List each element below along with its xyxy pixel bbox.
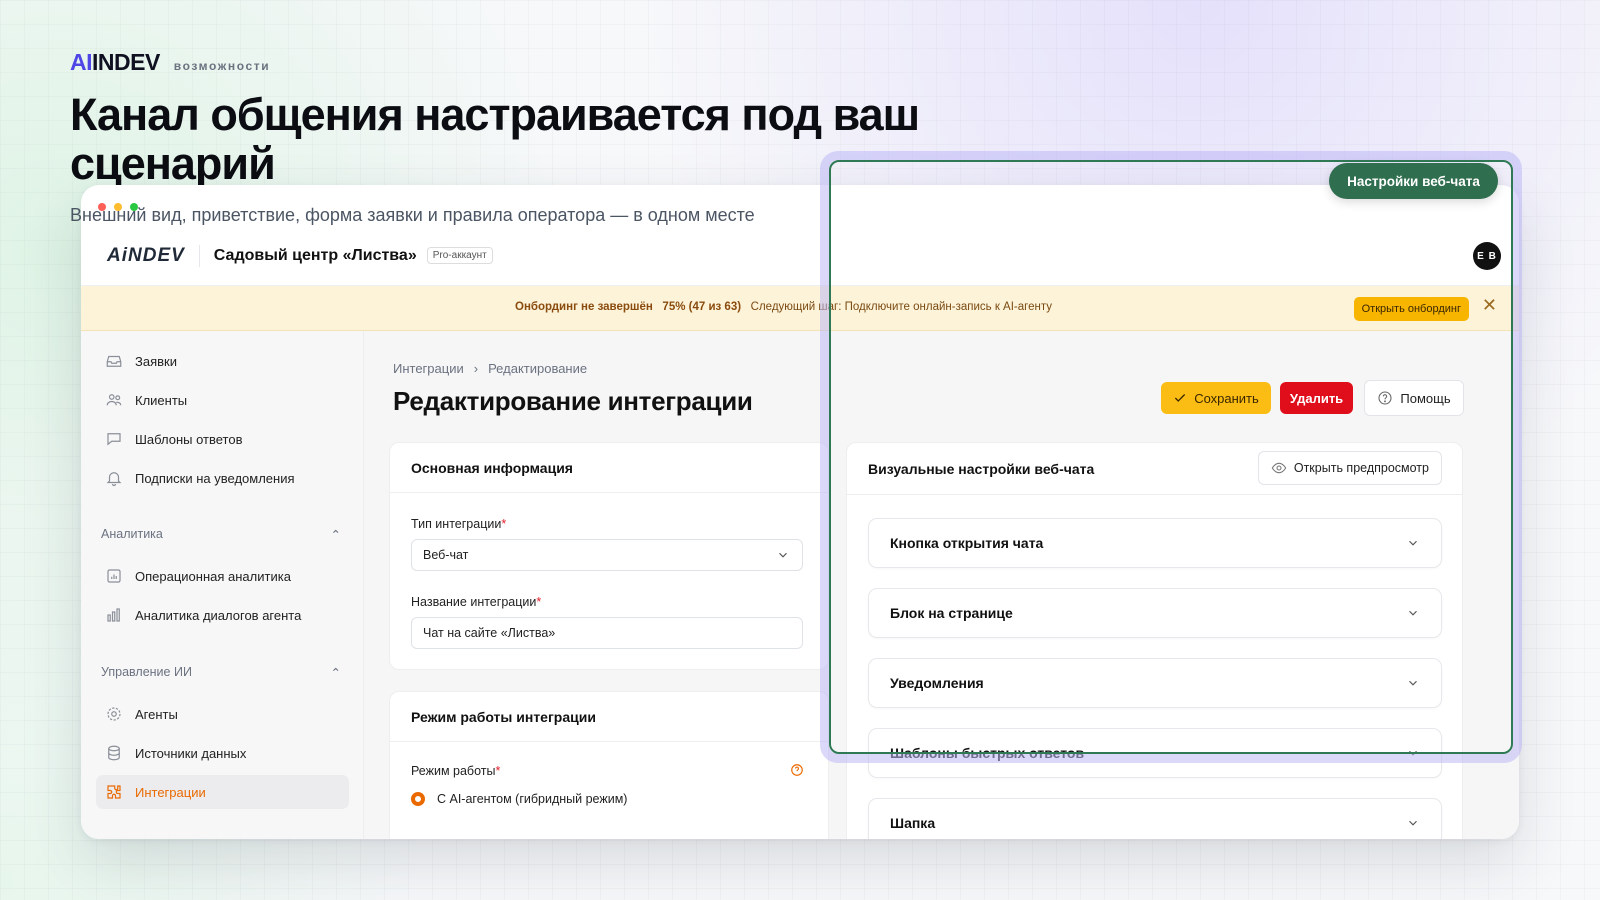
- app-logo[interactable]: AiNDEV: [107, 244, 200, 267]
- onboarding-title: Онбординг не завершён: [515, 301, 653, 313]
- integration-name-input[interactable]: Чат на сайте «Листва»: [411, 617, 803, 649]
- inbox-icon: [104, 351, 124, 371]
- type-label: Тип интеграции*: [411, 517, 507, 531]
- basic-info-card: Основная информация Тип интеграции* Веб-…: [389, 442, 829, 670]
- sidebar-item-label: Заявки: [135, 353, 177, 369]
- sidebar-item-operational-analytics[interactable]: Операционная аналитика: [96, 559, 349, 593]
- users-icon: [104, 390, 124, 410]
- chart-icon: [104, 566, 124, 586]
- gear-icon: [104, 704, 124, 724]
- onboarding-progress: 75% (47 из 63): [662, 301, 742, 313]
- input-value: Чат на сайте «Листва»: [423, 626, 556, 640]
- name-label: Название интеграции*: [411, 595, 542, 609]
- sidebar-item-requests[interactable]: Заявки: [96, 344, 349, 378]
- sidebar-item-label: Интеграции: [135, 784, 206, 800]
- chevron-down-icon: [776, 548, 790, 565]
- org-name: Садовый центр «Листва»: [213, 246, 417, 264]
- sidebar-item-label: Операционная аналитика: [135, 568, 291, 584]
- sidebar-section-ai[interactable]: Управление ИИ ⌃: [101, 665, 341, 680]
- hero-subtitle: Внешний вид, приветствие, форма заявки и…: [70, 205, 755, 225]
- sidebar-item-label: Агенты: [135, 706, 178, 722]
- sidebar-item-clients[interactable]: Клиенты: [96, 383, 349, 417]
- breadcrumb: Интеграции › Редактирование: [393, 361, 587, 376]
- chevron-up-icon: ⌃: [330, 666, 341, 680]
- integration-type-select[interactable]: Веб-чат: [411, 539, 803, 571]
- chat-icon: [104, 429, 124, 449]
- select-value: Веб-чат: [423, 548, 469, 562]
- sidebar-item-dialog-analytics[interactable]: Аналитика диалогов агента: [96, 598, 349, 632]
- breadcrumb-integrations[interactable]: Интеграции: [393, 361, 464, 376]
- brand-tag: возможности: [173, 59, 271, 73]
- accordion-header[interactable]: Шапка: [868, 798, 1442, 839]
- page-title: Редактирование интеграции: [393, 386, 753, 416]
- question-icon[interactable]: [790, 763, 804, 777]
- highlight-frame: [829, 160, 1513, 754]
- sidebar: Заявки Клиенты Шаблоны ответов Подписки …: [81, 331, 364, 839]
- sidebar-item-label: Подписки на уведомления: [135, 470, 295, 486]
- card-title: Режим работы интеграции: [390, 692, 828, 742]
- section-title: Управление ИИ: [101, 665, 192, 679]
- sidebar-item-templates[interactable]: Шаблоны ответов: [96, 422, 349, 456]
- section-title: Аналитика: [101, 527, 163, 541]
- mode-label: Режим работы*: [411, 764, 501, 778]
- sidebar-item-label: Источники данных: [135, 745, 247, 761]
- bars-icon: [104, 605, 124, 625]
- sidebar-item-agents[interactable]: Агенты: [96, 697, 349, 731]
- highlight-label: Настройки веб-чата: [1329, 163, 1498, 199]
- sidebar-item-label: Клиенты: [135, 392, 188, 408]
- sidebar-item-integrations[interactable]: Интеграции: [96, 775, 349, 809]
- sidebar-section-analytics[interactable]: Аналитика ⌃: [101, 527, 341, 542]
- chevron-up-icon: ⌃: [330, 528, 341, 542]
- plan-badge: Pro-аккаунт: [426, 247, 493, 264]
- database-icon: [104, 743, 124, 763]
- mode-card: Режим работы интеграции Режим работы* С …: [389, 691, 829, 839]
- brand: AIINDEV возможности: [70, 49, 270, 76]
- breadcrumb-separator: ›: [473, 361, 479, 376]
- breadcrumb-edit: Редактирование: [488, 361, 588, 376]
- sidebar-item-label: Аналитика диалогов агента: [135, 607, 302, 623]
- sidebar-item-data-sources[interactable]: Источники данных: [96, 736, 349, 770]
- mode-radio[interactable]: [411, 792, 425, 806]
- card-title: Основная информация: [390, 443, 828, 493]
- mode-option-label: С AI-агентом (гибридный режим): [437, 792, 628, 806]
- sidebar-item-subscriptions[interactable]: Подписки на уведомления: [96, 461, 349, 495]
- bell-icon: [104, 468, 124, 488]
- brand-logo: AIINDEV: [70, 49, 160, 75]
- puzzle-icon: [104, 782, 124, 802]
- chevron-down-icon: [1406, 816, 1420, 833]
- sidebar-item-label: Шаблоны ответов: [135, 431, 243, 447]
